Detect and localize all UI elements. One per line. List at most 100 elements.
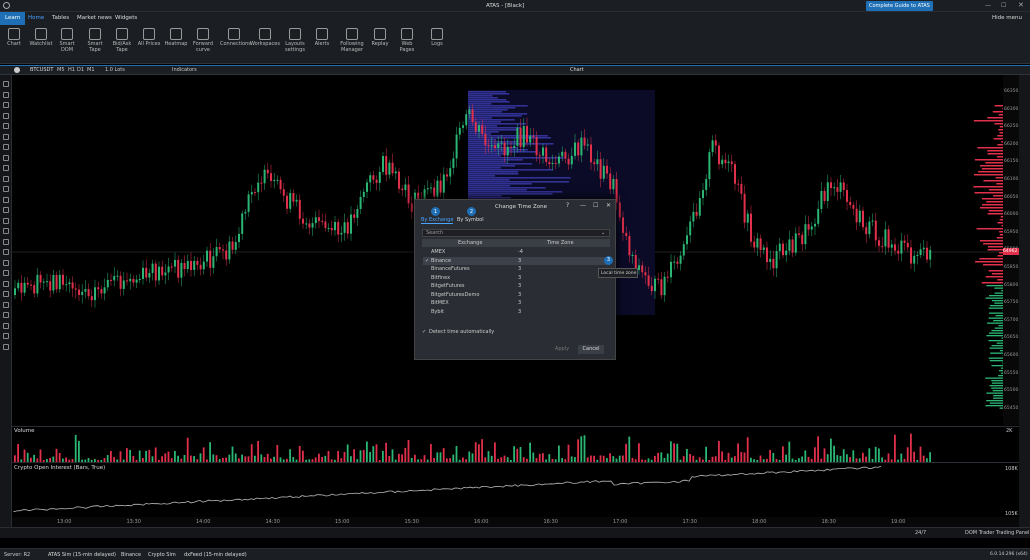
watchlist-button[interactable]: Watchlist	[28, 28, 54, 48]
status-item-crypto-sim[interactable]: Crypto Sim	[148, 552, 176, 558]
drawing-tool-icon[interactable]	[3, 91, 9, 98]
minimize-button[interactable]: —	[985, 2, 991, 9]
apply-button[interactable]: Apply	[550, 345, 574, 354]
cancel-button[interactable]: Cancel	[578, 345, 604, 354]
trading-panel-button[interactable]: Trading Panel	[996, 530, 1029, 536]
drawing-tool-icon[interactable]	[3, 259, 9, 266]
col-exchange[interactable]: Exchange	[458, 239, 482, 247]
drawing-tool-icon[interactable]	[3, 228, 9, 234]
timeframe-h1[interactable]: H1	[68, 67, 75, 73]
drawing-tool-icon[interactable]	[3, 112, 9, 119]
symbol-selector[interactable]: BTCUSDT	[30, 67, 53, 73]
heatmap-button[interactable]: Heatmap	[163, 28, 189, 48]
tab-by-symbol[interactable]: By Symbol	[457, 217, 484, 223]
drawing-tool-icon[interactable]	[3, 333, 9, 339]
candle-body	[602, 165, 605, 179]
drawing-tool-icon[interactable]	[3, 301, 9, 308]
complete-guide-button[interactable]: Complete Guide to ATAS	[866, 1, 933, 11]
drawing-tool-icon[interactable]	[3, 270, 9, 276]
status-item-binance[interactable]: Binance	[121, 552, 141, 558]
replay-button[interactable]: Replay	[367, 28, 393, 48]
menu-tables[interactable]: Tables	[52, 15, 69, 21]
tab-by-exchange[interactable]: By Exchange	[421, 217, 454, 224]
volume-bar	[366, 441, 368, 463]
forward-curve-button[interactable]: Forward curve	[190, 28, 216, 53]
table-row[interactable]: AMEX -4	[423, 248, 610, 257]
drawing-tool-icon[interactable]	[3, 207, 9, 213]
layouts-settings-button[interactable]: Layouts settings	[282, 28, 308, 53]
workspaces-button[interactable]: Workspaces	[250, 28, 280, 48]
drawing-tool-icon[interactable]	[3, 291, 9, 297]
maximize-dialog-icon[interactable]: ☐	[593, 202, 598, 209]
maximize-button[interactable]: ☐	[1001, 2, 1006, 9]
drawing-tool-icon[interactable]	[3, 196, 9, 203]
time-axis[interactable]: 13:00 13:30 14:00 14:30 15:00 15:30 16:00 16:30…	[12, 517, 1019, 527]
drawing-tool-icon[interactable]	[3, 133, 9, 140]
candle-body	[90, 296, 93, 301]
help-icon[interactable]: ?	[566, 202, 569, 209]
table-row[interactable]: Bitfinex 3	[423, 274, 610, 283]
drawing-tool-icon[interactable]	[3, 238, 9, 245]
drawing-tool-icon[interactable]	[3, 186, 9, 192]
candle-body	[148, 273, 151, 278]
drawing-tool-icon[interactable]	[3, 175, 9, 182]
drawing-tool-icon[interactable]	[3, 312, 9, 318]
drawing-tool-icon[interactable]	[3, 154, 9, 161]
side-profile-bar	[981, 282, 1003, 284]
open-interest-pane[interactable]: Crypto Open Interest (Bars, True) 108K 1…	[12, 462, 1019, 517]
table-row[interactable]: BitMEX 3	[423, 299, 610, 308]
dom-trader-button[interactable]: DOM Trader	[965, 530, 994, 536]
bid-ask-tape-button[interactable]: Bid/Ask Tape	[109, 28, 135, 53]
table-row[interactable]: BitgetFuturesDemo 3	[423, 291, 610, 300]
web-pages-button[interactable]: Web Pages	[394, 28, 420, 53]
timeframe-m1[interactable]: M1	[87, 67, 95, 73]
hide-menu-button[interactable]: Hide menu	[992, 15, 1022, 21]
price-axis[interactable]: 66350.0 66300.0 66250.0 66200.0 66150.0 66100…	[1003, 75, 1023, 425]
timeframe-m5[interactable]: M5	[57, 67, 65, 73]
timeframe-d1[interactable]: D1	[77, 67, 84, 73]
volume-pane[interactable]: Volume 2K	[12, 426, 1019, 463]
drawing-tool-icon[interactable]	[3, 102, 9, 108]
table-row[interactable]: ✓ Binance 3	[423, 256, 610, 265]
smart-dom-button[interactable]: Smart DOM	[54, 28, 80, 53]
close-button[interactable]: ✕	[1018, 1, 1024, 9]
logs-button[interactable]: Logs	[424, 28, 450, 48]
chart-button[interactable]: Chart	[1, 28, 27, 48]
connections-button[interactable]: Connections	[220, 28, 251, 48]
drawing-tool-icon[interactable]	[3, 280, 9, 287]
close-dialog-icon[interactable]: ✕	[606, 202, 611, 209]
lots-input[interactable]: 1.0 Lots	[105, 67, 125, 73]
minimize-dialog-icon[interactable]: —	[580, 202, 586, 209]
drawing-tool-icon[interactable]	[3, 343, 9, 350]
menu-market-news[interactable]: Market news	[77, 15, 112, 21]
following-manager-button[interactable]: Following Manager	[337, 28, 367, 53]
drawing-tool-icon[interactable]	[3, 165, 9, 171]
search-input[interactable]: Search ⌄	[422, 229, 610, 237]
table-row[interactable]: BitgetFutures 3	[423, 282, 610, 291]
drawing-tool-icon[interactable]	[3, 217, 9, 224]
table-row[interactable]: BinanceFutures 3	[423, 265, 610, 274]
time-zone-cell: 3	[518, 283, 522, 289]
status-item-ataz-sim[interactable]: ATAS Sim (15-min delayed)	[48, 552, 116, 558]
menu-widgets[interactable]: Widgets	[115, 15, 137, 21]
side-profile-bar	[988, 246, 1003, 248]
alerts-button[interactable]: Alerts	[309, 28, 335, 48]
drawing-tool-icon[interactable]	[3, 144, 9, 150]
side-profile-bar	[973, 120, 1003, 122]
status-item-dxfeed[interactable]: dxFeed (15-min delayed)	[184, 552, 247, 558]
timezone-selector[interactable]: 24/7	[915, 530, 926, 536]
detect-time-checkbox[interactable]: ✓	[422, 329, 426, 335]
drawing-tool-icon[interactable]	[3, 322, 9, 329]
indicators-button[interactable]: Indicators	[172, 67, 197, 73]
all-prices-button[interactable]: All Prices	[136, 28, 162, 48]
side-profile-bar	[991, 365, 1003, 367]
menu-learn[interactable]: Learn	[0, 12, 26, 25]
drawing-tool-icon[interactable]	[3, 249, 9, 255]
drawing-tool-icon[interactable]	[3, 123, 9, 129]
drawing-tool-icon[interactable]	[3, 81, 9, 87]
col-time-zone[interactable]: Time Zone	[547, 239, 574, 247]
table-row[interactable]: Bybit 3	[423, 308, 610, 317]
menu-home[interactable]: Home	[28, 15, 44, 21]
candle-body	[273, 180, 276, 182]
smart-tape-button[interactable]: Smart Tape	[82, 28, 108, 53]
